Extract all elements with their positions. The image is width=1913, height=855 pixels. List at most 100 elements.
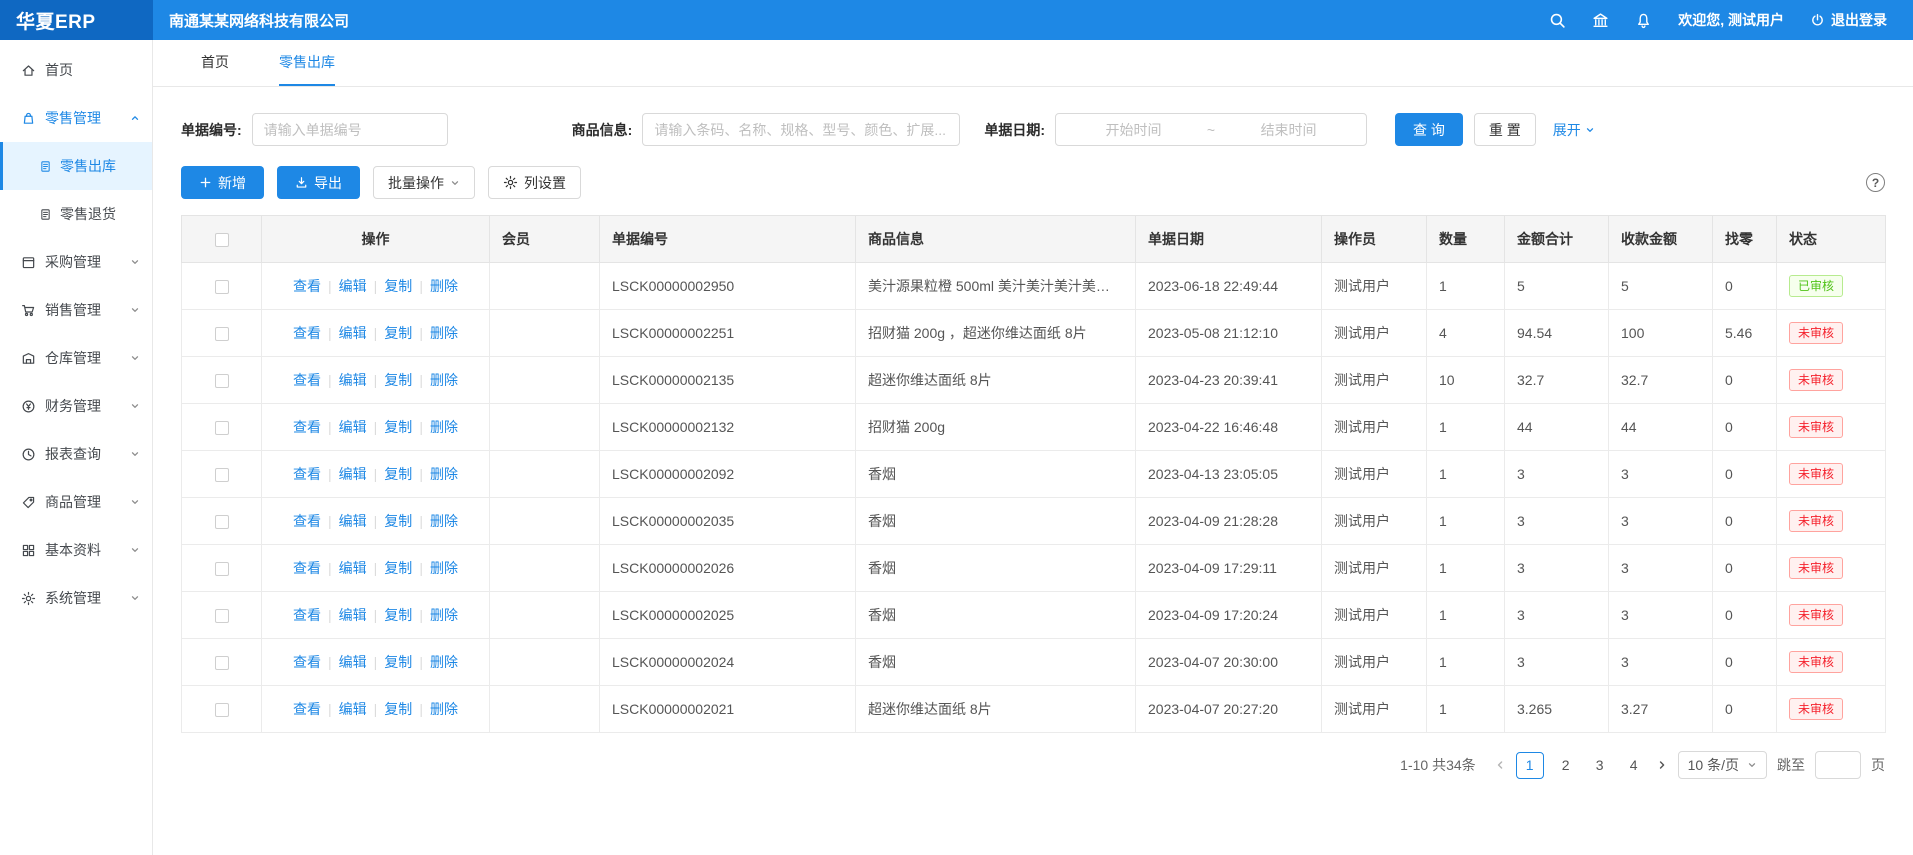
status-badge: 未审核 — [1789, 604, 1843, 627]
row-checkbox[interactable] — [215, 562, 229, 576]
sidebar-item-purchase[interactable]: 采购管理 — [0, 238, 152, 286]
tab-home[interactable]: 首页 — [201, 40, 229, 86]
sidebar-item-goods[interactable]: 商品管理 — [0, 478, 152, 526]
copy-link[interactable]: 复制 — [384, 372, 412, 388]
batch-operations-button[interactable]: 批量操作 — [373, 166, 475, 199]
copy-link[interactable]: 复制 — [384, 607, 412, 623]
row-checkbox[interactable] — [215, 374, 229, 388]
edit-link[interactable]: 编辑 — [339, 419, 367, 435]
reset-button[interactable]: 重 置 — [1474, 113, 1536, 146]
row-checkbox[interactable] — [215, 656, 229, 670]
copy-link[interactable]: 复制 — [384, 278, 412, 294]
page-number-4[interactable]: 4 — [1622, 752, 1646, 779]
edit-link[interactable]: 编辑 — [339, 607, 367, 623]
delete-link[interactable]: 删除 — [430, 560, 458, 576]
edit-link[interactable]: 编辑 — [339, 701, 367, 717]
sidebar-item-retail-outbound[interactable]: 零售出库 — [0, 142, 152, 190]
delete-link[interactable]: 删除 — [430, 325, 458, 341]
add-button[interactable]: 新增 — [181, 166, 264, 199]
row-actions-cell: 查看|编辑|复制|删除 — [262, 686, 490, 733]
view-link[interactable]: 查看 — [293, 701, 321, 717]
page-number-2[interactable]: 2 — [1554, 752, 1578, 779]
copy-link[interactable]: 复制 — [384, 419, 412, 435]
action-divider: | — [374, 466, 378, 482]
select-all-checkbox[interactable] — [215, 233, 229, 247]
search-icon[interactable] — [1549, 12, 1566, 29]
delete-link[interactable]: 删除 — [430, 654, 458, 670]
export-button[interactable]: 导出 — [277, 166, 360, 199]
prev-page-button[interactable] — [1494, 759, 1506, 771]
sidebar-item-reports[interactable]: 报表查询 — [0, 430, 152, 478]
sidebar-item-finance[interactable]: 财务管理 — [0, 382, 152, 430]
row-checkbox[interactable] — [215, 421, 229, 435]
view-link[interactable]: 查看 — [293, 278, 321, 294]
delete-link[interactable]: 删除 — [430, 278, 458, 294]
jump-page-input[interactable] — [1815, 751, 1861, 779]
sidebar-item-retail[interactable]: 零售管理 — [0, 94, 152, 142]
copy-link[interactable]: 复制 — [384, 701, 412, 717]
logout-button[interactable]: 退出登录 — [1810, 10, 1887, 30]
view-link[interactable]: 查看 — [293, 325, 321, 341]
delete-link[interactable]: 删除 — [430, 419, 458, 435]
row-checkbox[interactable] — [215, 468, 229, 482]
view-link[interactable]: 查看 — [293, 607, 321, 623]
row-actions-cell: 查看|编辑|复制|删除 — [262, 263, 490, 310]
view-link[interactable]: 查看 — [293, 654, 321, 670]
bank-icon[interactable] — [1592, 12, 1609, 29]
sidebar-item-basic-data[interactable]: 基本资料 — [0, 526, 152, 574]
sidebar-item-retail-return[interactable]: 零售退货 — [0, 190, 152, 238]
edit-link[interactable]: 编辑 — [339, 278, 367, 294]
view-link[interactable]: 查看 — [293, 466, 321, 482]
delete-link[interactable]: 删除 — [430, 701, 458, 717]
date-cell: 2023-04-07 20:27:20 — [1136, 686, 1322, 733]
received-cell: 44 — [1609, 404, 1713, 451]
row-checkbox[interactable] — [215, 327, 229, 341]
action-divider: | — [374, 325, 378, 341]
delete-link[interactable]: 删除 — [430, 372, 458, 388]
column-settings-button[interactable]: 列设置 — [488, 166, 581, 199]
row-checkbox[interactable] — [215, 703, 229, 717]
product-info-input[interactable] — [642, 113, 960, 146]
tab-retail-outbound[interactable]: 零售出库 — [279, 40, 335, 86]
date-range-picker[interactable]: ~ — [1055, 113, 1367, 146]
view-link[interactable]: 查看 — [293, 560, 321, 576]
notification-bell-icon[interactable] — [1635, 12, 1652, 29]
expand-link[interactable]: 展开 — [1553, 120, 1595, 140]
copy-link[interactable]: 复制 — [384, 325, 412, 341]
edit-link[interactable]: 编辑 — [339, 325, 367, 341]
page-number-3[interactable]: 3 — [1588, 752, 1612, 779]
sidebar-item-home[interactable]: 首页 — [0, 46, 152, 94]
delete-link[interactable]: 删除 — [430, 513, 458, 529]
edit-link[interactable]: 编辑 — [339, 466, 367, 482]
view-link[interactable]: 查看 — [293, 372, 321, 388]
row-checkbox[interactable] — [215, 609, 229, 623]
page-size-select[interactable]: 10 条/页 — [1678, 751, 1767, 779]
sidebar-item-warehouse[interactable]: 仓库管理 — [0, 334, 152, 382]
row-checkbox[interactable] — [215, 280, 229, 294]
row-checkbox[interactable] — [215, 515, 229, 529]
end-date-input[interactable] — [1221, 122, 1356, 138]
copy-link[interactable]: 复制 — [384, 513, 412, 529]
sidebar-item-system[interactable]: 系统管理 — [0, 574, 152, 622]
view-link[interactable]: 查看 — [293, 419, 321, 435]
help-icon[interactable]: ? — [1866, 173, 1885, 192]
search-button[interactable]: 查 询 — [1395, 113, 1463, 146]
edit-link[interactable]: 编辑 — [339, 513, 367, 529]
delete-link[interactable]: 删除 — [430, 466, 458, 482]
page-number-1[interactable]: 1 — [1516, 752, 1544, 779]
edit-link[interactable]: 编辑 — [339, 560, 367, 576]
action-divider: | — [328, 654, 332, 670]
bill-number-input[interactable] — [252, 113, 448, 146]
start-date-input[interactable] — [1066, 122, 1201, 138]
edit-link[interactable]: 编辑 — [339, 372, 367, 388]
copy-link[interactable]: 复制 — [384, 654, 412, 670]
sidebar-item-sales[interactable]: 销售管理 — [0, 286, 152, 334]
delete-link[interactable]: 删除 — [430, 607, 458, 623]
status-badge: 未审核 — [1789, 698, 1843, 721]
copy-link[interactable]: 复制 — [384, 560, 412, 576]
copy-link[interactable]: 复制 — [384, 466, 412, 482]
view-link[interactable]: 查看 — [293, 513, 321, 529]
edit-link[interactable]: 编辑 — [339, 654, 367, 670]
operator-cell: 测试用户 — [1322, 310, 1427, 357]
next-page-button[interactable] — [1656, 759, 1668, 771]
